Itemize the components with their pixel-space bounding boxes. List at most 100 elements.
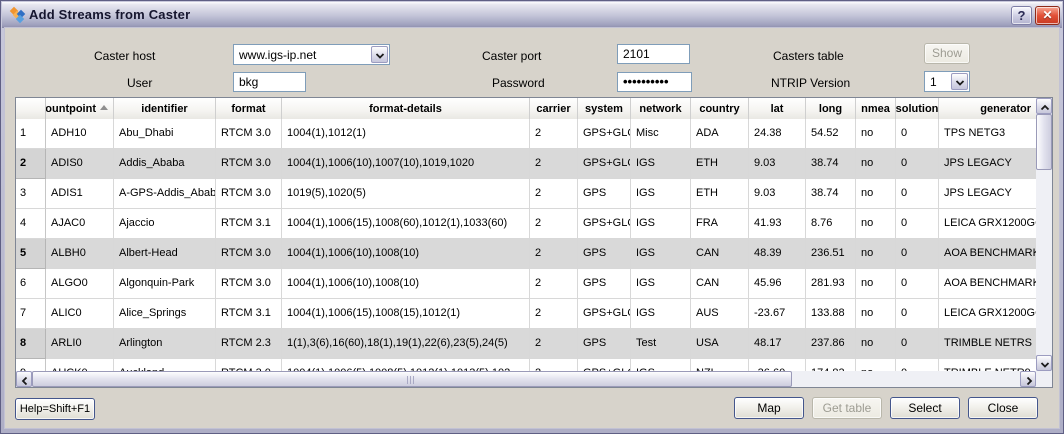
chevron-left-icon (20, 376, 30, 386)
header-rownum (16, 98, 46, 119)
cell-long: 174.83 (806, 359, 856, 371)
cell-identifier: Auckland (114, 359, 216, 371)
header-generator[interactable]: generator (939, 98, 1036, 119)
cell-format: RTCM 2.3 (216, 329, 282, 359)
titlebar-help-button[interactable]: ? (1011, 6, 1032, 25)
cell-generator: JPS LEGACY (939, 179, 1036, 209)
cell-generator: TPS NETG3 (939, 119, 1036, 149)
ntrip-version-combo[interactable]: 1 (924, 71, 970, 92)
cell-format: RTCM 3.0 (216, 149, 282, 179)
table-row[interactable]: 1 ADH10 Abu_Dhabi RTCM 3.0 1004(1),1012(… (16, 119, 1036, 149)
cell-system: GPS+GLO (578, 149, 631, 179)
horizontal-scrollbar[interactable] (16, 371, 1036, 387)
cell-carrier: 2 (530, 239, 578, 269)
header-identifier[interactable]: identifier (114, 98, 216, 119)
cell-mountpoint: ADIS1 (46, 179, 114, 209)
ntrip-version-dropdown-button[interactable] (951, 73, 968, 90)
bnc-app-icon (10, 7, 26, 23)
header-system[interactable]: system (578, 98, 631, 119)
caster-host-dropdown-button[interactable] (371, 46, 388, 63)
cell-carrier: 2 (530, 359, 578, 371)
cell-system: GPS (578, 329, 631, 359)
cell-long: 281.93 (806, 269, 856, 299)
chevron-right-icon (1024, 376, 1034, 386)
vertical-scroll-thumb[interactable] (1036, 114, 1052, 170)
cell-mountpoint: ADH10 (46, 119, 114, 149)
table-row[interactable]: 5 ALBH0 Albert-Head RTCM 3.0 1004(1),100… (16, 239, 1036, 269)
map-button[interactable]: Map (734, 397, 804, 419)
password-input[interactable]: •••••••••• (617, 72, 692, 92)
scroll-down-button[interactable] (1036, 355, 1052, 371)
cell-generator: LEICA GRX1200GG (939, 209, 1036, 239)
header-lat[interactable]: lat (749, 98, 806, 119)
table-row[interactable]: 9 AUCK0 Auckland RTCM 3.0 1004(1),1006(5… (16, 359, 1036, 371)
cell-format: RTCM 3.0 (216, 179, 282, 209)
table-body: 1 ADH10 Abu_Dhabi RTCM 3.0 1004(1),1012(… (16, 119, 1036, 371)
cell-network: IGS (631, 149, 691, 179)
close-button[interactable]: Close (968, 397, 1038, 419)
cell-solution: 0 (896, 239, 939, 269)
password-label: Password (492, 76, 545, 90)
get-table-button[interactable]: Get table (812, 397, 882, 419)
thumb-grip-icon (407, 376, 416, 384)
caster-port-input[interactable]: 2101 (617, 44, 690, 64)
table-row[interactable]: 4 AJAC0 Ajaccio RTCM 3.1 1004(1),1006(15… (16, 209, 1036, 239)
header-solution[interactable]: solution (896, 98, 939, 119)
help-hint-button[interactable]: Help=Shift+F1 (15, 398, 95, 420)
header-format[interactable]: format (216, 98, 282, 119)
table-row[interactable]: 3 ADIS1 A-GPS-Addis_Ababa RTCM 3.0 1019(… (16, 179, 1036, 209)
header-format-details[interactable]: format-details (282, 98, 530, 119)
scroll-up-button[interactable] (1036, 98, 1052, 114)
cell-identifier: Alice_Springs (114, 299, 216, 329)
scrollbar-corner (1036, 371, 1052, 387)
header-mountpoint[interactable]: mountpoint (46, 98, 114, 119)
cell-country: ADA (691, 119, 749, 149)
cell-long: 236.51 (806, 239, 856, 269)
cell-identifier: Abu_Dhabi (114, 119, 216, 149)
cell-generator: TRIMBLE NETR9 (939, 359, 1036, 371)
table-row[interactable]: 6 ALGO0 Algonquin-Park RTCM 3.0 1004(1),… (16, 269, 1036, 299)
cell-carrier: 2 (530, 149, 578, 179)
cell-long: 8.76 (806, 209, 856, 239)
header-network[interactable]: network (631, 98, 691, 119)
cell-lat: -36.60 (749, 359, 806, 371)
cell-mountpoint: ALGO0 (46, 269, 114, 299)
cell-generator: LEICA GRX1200GG (939, 299, 1036, 329)
titlebar[interactable]: Add Streams from Caster ? ✕ (2, 2, 1062, 28)
cell-nmea: no (856, 269, 896, 299)
table-row[interactable]: 8 ARLI0 Arlington RTCM 2.3 1(1),3(6),16(… (16, 329, 1036, 359)
cell-mountpoint: ALBH0 (46, 239, 114, 269)
row-number: 6 (16, 269, 46, 299)
header-long[interactable]: long (806, 98, 856, 119)
cell-network: Test (631, 329, 691, 359)
cell-format: RTCM 3.0 (216, 239, 282, 269)
cell-format: RTCM 3.1 (216, 299, 282, 329)
caster-host-combo[interactable]: www.igs-ip.net (233, 44, 390, 65)
header-country[interactable]: country (691, 98, 749, 119)
row-number: 9 (16, 359, 46, 371)
cell-format-details: 1004(1),1006(10),1007(10),1019,1020 (282, 149, 530, 179)
select-button[interactable]: Select (890, 397, 960, 419)
cell-system: GPS (578, 239, 631, 269)
cell-system: GPS+GLO (578, 299, 631, 329)
titlebar-close-button[interactable]: ✕ (1035, 6, 1060, 25)
header-nmea[interactable]: nmea (856, 98, 896, 119)
table-row[interactable]: 2 ADIS0 Addis_Ababa RTCM 3.0 1004(1),100… (16, 149, 1036, 179)
horizontal-scroll-thumb[interactable] (32, 371, 792, 387)
cell-carrier: 2 (530, 299, 578, 329)
cell-nmea: no (856, 299, 896, 329)
show-button[interactable]: Show (924, 43, 970, 64)
cell-carrier: 2 (530, 269, 578, 299)
table-row[interactable]: 7 ALIC0 Alice_Springs RTCM 3.1 1004(1),1… (16, 299, 1036, 329)
scroll-right-button[interactable] (1020, 371, 1036, 387)
user-input[interactable]: bkg (233, 72, 306, 92)
cell-solution: 0 (896, 269, 939, 299)
cell-solution: 0 (896, 149, 939, 179)
cell-format: RTCM 3.0 (216, 269, 282, 299)
table-viewport: mountpoint identifier format format-deta… (16, 98, 1036, 371)
header-carrier[interactable]: carrier (530, 98, 578, 119)
cell-mountpoint: ADIS0 (46, 149, 114, 179)
caster-port-label: Caster port (482, 49, 541, 63)
scroll-left-button[interactable] (16, 371, 32, 387)
vertical-scrollbar[interactable] (1036, 98, 1052, 371)
